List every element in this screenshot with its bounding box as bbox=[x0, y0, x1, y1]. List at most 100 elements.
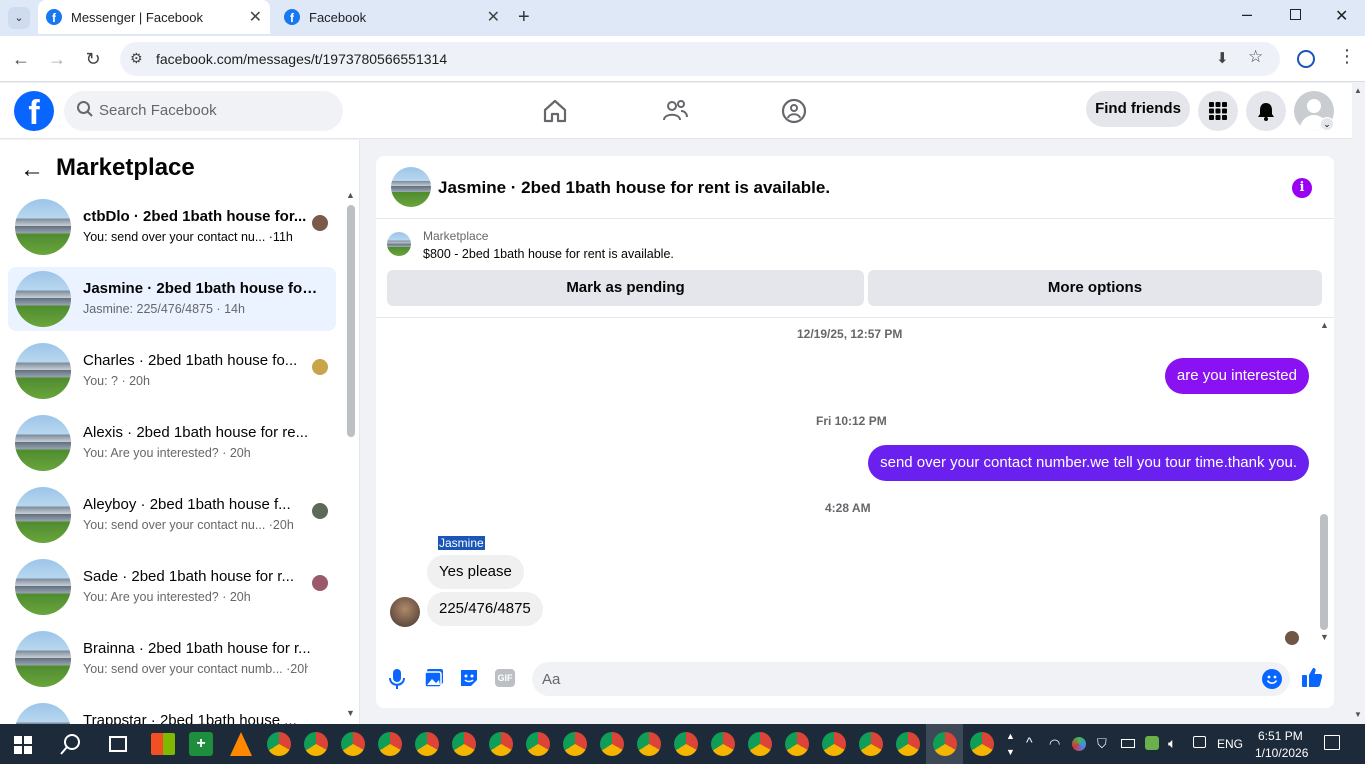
info-icon[interactable]: i bbox=[1292, 178, 1312, 198]
home-icon[interactable] bbox=[541, 97, 569, 125]
chrome-app-icon[interactable] bbox=[526, 732, 550, 756]
bookmark-star-icon[interactable]: ☆ bbox=[1248, 47, 1263, 67]
chrome-app-icon[interactable] bbox=[452, 732, 476, 756]
notifications-button[interactable] bbox=[1246, 91, 1286, 131]
message-input-box[interactable] bbox=[532, 662, 1290, 696]
clock-time[interactable]: 6:51 PM bbox=[1258, 729, 1303, 743]
listing-price-title[interactable]: $800 - 2bed 1bath house for rent is avai… bbox=[423, 247, 674, 261]
conversation-item[interactable]: ctbDlo · 2bed 1bath house for... You: se… bbox=[8, 195, 336, 259]
conversation-item[interactable]: Alexis · 2bed 1bath house for re... You:… bbox=[8, 411, 336, 475]
taskbar-scroll-icon[interactable]: ▲ ▼ bbox=[1006, 728, 1015, 760]
chrome-app-icon[interactable] bbox=[859, 732, 883, 756]
page-scroll-down-icon[interactable]: ▼ bbox=[1354, 710, 1362, 719]
chrome-app-icon[interactable] bbox=[600, 732, 624, 756]
forward-icon[interactable]: → bbox=[46, 48, 68, 70]
chrome-app-icon[interactable] bbox=[785, 732, 809, 756]
more-options-button[interactable]: More options bbox=[868, 270, 1322, 306]
site-info-icon[interactable]: ⚙ bbox=[130, 50, 143, 67]
reload-icon[interactable]: ↻ bbox=[82, 48, 104, 70]
wifi-icon[interactable]: ◠ bbox=[1049, 736, 1060, 752]
gif-icon[interactable]: GIF bbox=[495, 669, 515, 687]
restore-window-icon[interactable] bbox=[1290, 9, 1301, 20]
task-view-icon[interactable] bbox=[109, 736, 127, 752]
profile-icon[interactable] bbox=[1297, 50, 1315, 68]
chrome-app-icon[interactable] bbox=[378, 732, 402, 756]
network-app-icon[interactable] bbox=[1072, 737, 1086, 751]
tab-messenger[interactable]: f Messenger | Facebook ✕ bbox=[38, 0, 270, 34]
store-app-icon[interactable] bbox=[151, 733, 175, 755]
chat-scroll-up-icon[interactable]: ▲ bbox=[1320, 320, 1329, 330]
tab-search-icon[interactable]: ⌄ bbox=[8, 7, 30, 29]
incoming-message[interactable]: Yes please bbox=[427, 555, 524, 589]
close-window-icon[interactable]: ✕ bbox=[1335, 6, 1348, 26]
find-friends-button[interactable]: Find friends bbox=[1086, 91, 1190, 127]
chrome-menu-icon[interactable]: ⋮ bbox=[1338, 46, 1356, 67]
back-arrow-icon[interactable]: ← bbox=[20, 156, 44, 184]
conversation-item[interactable]: Trappstar · 2bed 1bath house ... bbox=[8, 699, 336, 724]
chrome-app-icon[interactable] bbox=[748, 732, 772, 756]
groups-icon[interactable] bbox=[780, 97, 808, 125]
notification-center-icon[interactable] bbox=[1324, 735, 1340, 750]
conversation-item-selected[interactable]: Jasmine · 2bed 1bath house for r... Jasm… bbox=[8, 267, 336, 331]
chat-title[interactable]: Jasmine · 2bed 1bath house for rent is a… bbox=[438, 178, 830, 198]
mark-as-pending-button[interactable]: Mark as pending bbox=[387, 270, 864, 306]
show-hidden-icons[interactable]: ^ bbox=[1026, 734, 1033, 750]
security-shield-icon[interactable]: ⛉ bbox=[1097, 736, 1107, 752]
page-scroll-up-icon[interactable]: ▲ bbox=[1354, 86, 1362, 95]
sender-avatar[interactable] bbox=[390, 597, 420, 627]
menu-grid-button[interactable] bbox=[1198, 91, 1238, 131]
conversation-item[interactable]: Brainna · 2bed 1bath house for r... You:… bbox=[8, 627, 336, 691]
conversation-item[interactable]: Charles · 2bed 1bath house fo... You: ? … bbox=[8, 339, 336, 403]
chrome-app-icon[interactable] bbox=[489, 732, 513, 756]
vlc-app-icon[interactable] bbox=[230, 732, 252, 756]
friends-icon[interactable] bbox=[661, 97, 689, 125]
message-input[interactable] bbox=[542, 662, 1242, 696]
listing-thumbnail-small[interactable] bbox=[387, 232, 411, 256]
chrome-app-icon[interactable] bbox=[822, 732, 846, 756]
chrome-app-icon[interactable] bbox=[267, 732, 291, 756]
clock-date[interactable]: 1/10/2026 bbox=[1255, 746, 1308, 760]
microphone-icon[interactable] bbox=[389, 668, 405, 695]
emoji-icon[interactable] bbox=[1262, 669, 1282, 689]
chrome-app-icon[interactable] bbox=[970, 732, 994, 756]
chrome-app-icon[interactable] bbox=[304, 732, 328, 756]
back-icon[interactable]: ← bbox=[10, 48, 32, 70]
language-indicator[interactable]: ENG bbox=[1217, 737, 1243, 751]
tray-app-icon[interactable] bbox=[1145, 736, 1159, 750]
tab-facebook[interactable]: f Facebook ✕ bbox=[276, 0, 508, 34]
minimize-window-icon[interactable]: – bbox=[1242, 4, 1252, 25]
chrome-app-icon[interactable] bbox=[637, 732, 661, 756]
outgoing-message[interactable]: are you interested bbox=[1164, 358, 1309, 394]
close-tab-icon[interactable]: ✕ bbox=[249, 7, 262, 27]
close-tab-icon[interactable]: ✕ bbox=[487, 7, 500, 27]
display-icon[interactable] bbox=[1193, 736, 1206, 748]
scroll-up-icon[interactable]: ▲ bbox=[346, 190, 355, 200]
url-text[interactable]: facebook.com/messages/t/1973780566551314 bbox=[156, 51, 447, 67]
outgoing-message[interactable]: send over your contact number.we tell yo… bbox=[868, 445, 1309, 481]
chrome-app-icon-active[interactable] bbox=[933, 732, 957, 756]
chat-scroll-down-icon[interactable]: ▼ bbox=[1320, 632, 1329, 642]
new-tab-button[interactable]: + bbox=[518, 6, 530, 29]
chrome-app-icon[interactable] bbox=[415, 732, 439, 756]
windows-start-icon[interactable] bbox=[14, 736, 32, 759]
conversation-item[interactable]: Aleyboy · 2bed 1bath house f... You: sen… bbox=[8, 483, 336, 547]
chat-scrollbar[interactable] bbox=[1320, 514, 1328, 630]
scroll-down-icon[interactable]: ▼ bbox=[346, 708, 355, 718]
sidebar-scrollbar[interactable] bbox=[347, 205, 355, 437]
chrome-app-icon[interactable] bbox=[341, 732, 365, 756]
chrome-app-icon[interactable] bbox=[563, 732, 587, 756]
conversation-item[interactable]: Sade · 2bed 1bath house for r... You: Ar… bbox=[8, 555, 336, 619]
chat-listing-avatar[interactable] bbox=[391, 167, 431, 207]
battery-icon[interactable] bbox=[1121, 739, 1135, 748]
account-chevron-down-icon[interactable]: ⌄ bbox=[1320, 117, 1334, 131]
install-app-icon[interactable]: ⬇ bbox=[1216, 49, 1229, 67]
photo-icon[interactable] bbox=[424, 668, 444, 693]
sheets-app-icon[interactable]: + bbox=[189, 732, 213, 756]
incoming-message[interactable]: 225/476/4875 bbox=[427, 592, 543, 626]
volume-icon[interactable]: 🔈︎ bbox=[1168, 735, 1176, 752]
facebook-logo-icon[interactable]: f bbox=[14, 91, 54, 131]
chrome-app-icon[interactable] bbox=[896, 732, 920, 756]
sticker-icon[interactable] bbox=[459, 668, 479, 693]
like-thumbs-up-icon[interactable] bbox=[1301, 666, 1323, 693]
search-box[interactable]: Search Facebook bbox=[64, 91, 343, 131]
